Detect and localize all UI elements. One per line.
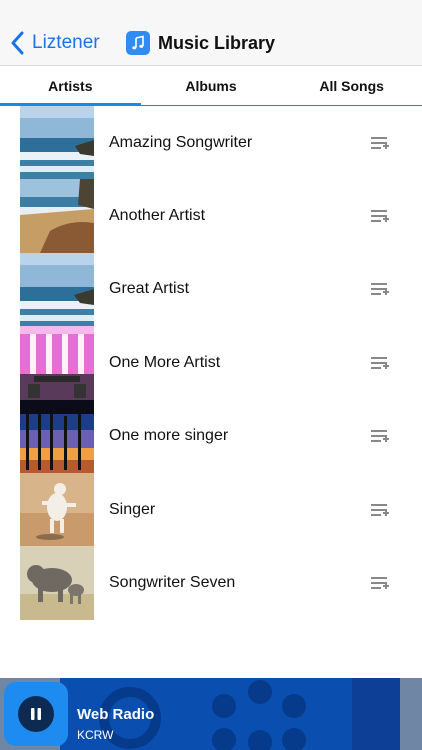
back-button[interactable]: Liztener bbox=[10, 28, 100, 58]
add-to-queue-icon[interactable] bbox=[368, 351, 392, 375]
pause-button[interactable] bbox=[18, 696, 54, 732]
pause-icon bbox=[31, 708, 41, 720]
artist-name: One more singer bbox=[109, 427, 229, 445]
add-to-queue-icon[interactable] bbox=[368, 204, 392, 228]
artist-thumbnail bbox=[20, 472, 94, 547]
now-playing-station: KCRW bbox=[77, 728, 114, 742]
page-title: Music Library bbox=[158, 32, 276, 53]
add-to-queue-icon[interactable] bbox=[368, 131, 392, 155]
list-item[interactable]: Amazing Songwriter bbox=[20, 106, 402, 180]
list-item[interactable]: Great Artist bbox=[20, 252, 402, 327]
now-playing-title: Web Radio bbox=[77, 706, 155, 723]
artist-name: Great Artist bbox=[109, 280, 190, 298]
tab-all-songs[interactable]: All Songs bbox=[281, 66, 422, 105]
artist-name: Another Artist bbox=[109, 207, 206, 225]
list-item[interactable]: Songwriter Seven bbox=[20, 546, 402, 620]
chevron-left-icon bbox=[11, 31, 24, 55]
list-item[interactable]: Another Artist bbox=[20, 179, 402, 253]
music-note-icon bbox=[126, 31, 150, 55]
artist-name: Songwriter Seven bbox=[109, 574, 236, 592]
radio-app-icon bbox=[4, 682, 68, 746]
add-to-queue-icon[interactable] bbox=[368, 571, 392, 595]
add-to-queue-icon[interactable] bbox=[368, 277, 392, 301]
list-item[interactable]: One More Artist bbox=[20, 326, 402, 400]
artist-name: Singer bbox=[109, 500, 156, 518]
list-item[interactable]: One more singer bbox=[20, 399, 402, 473]
segmented-tabs: Artists Albums All Songs bbox=[0, 66, 422, 106]
back-button-label: Liztener bbox=[32, 32, 100, 53]
artist-thumbnail bbox=[20, 252, 94, 327]
artist-list: Amazing Songwriter Another Artist Great … bbox=[20, 106, 402, 620]
tab-artists[interactable]: Artists bbox=[0, 66, 141, 106]
artist-thumbnail bbox=[20, 546, 94, 620]
artist-thumbnail bbox=[20, 179, 94, 253]
add-to-queue-icon[interactable] bbox=[368, 498, 392, 522]
artist-thumbnail bbox=[20, 399, 94, 473]
mini-player[interactable]: Web Radio KCRW bbox=[0, 678, 422, 750]
artist-thumbnail bbox=[20, 326, 94, 400]
artist-name: One More Artist bbox=[109, 353, 221, 371]
add-to-queue-icon[interactable] bbox=[368, 424, 392, 448]
navigation-bar: Liztener Music Library bbox=[0, 0, 422, 66]
tab-albums[interactable]: Albums bbox=[141, 66, 282, 105]
artist-name: Amazing Songwriter bbox=[109, 133, 253, 151]
page-title-group: Music Library bbox=[126, 30, 275, 56]
list-item[interactable]: Singer bbox=[20, 472, 402, 547]
artist-thumbnail bbox=[20, 106, 94, 180]
